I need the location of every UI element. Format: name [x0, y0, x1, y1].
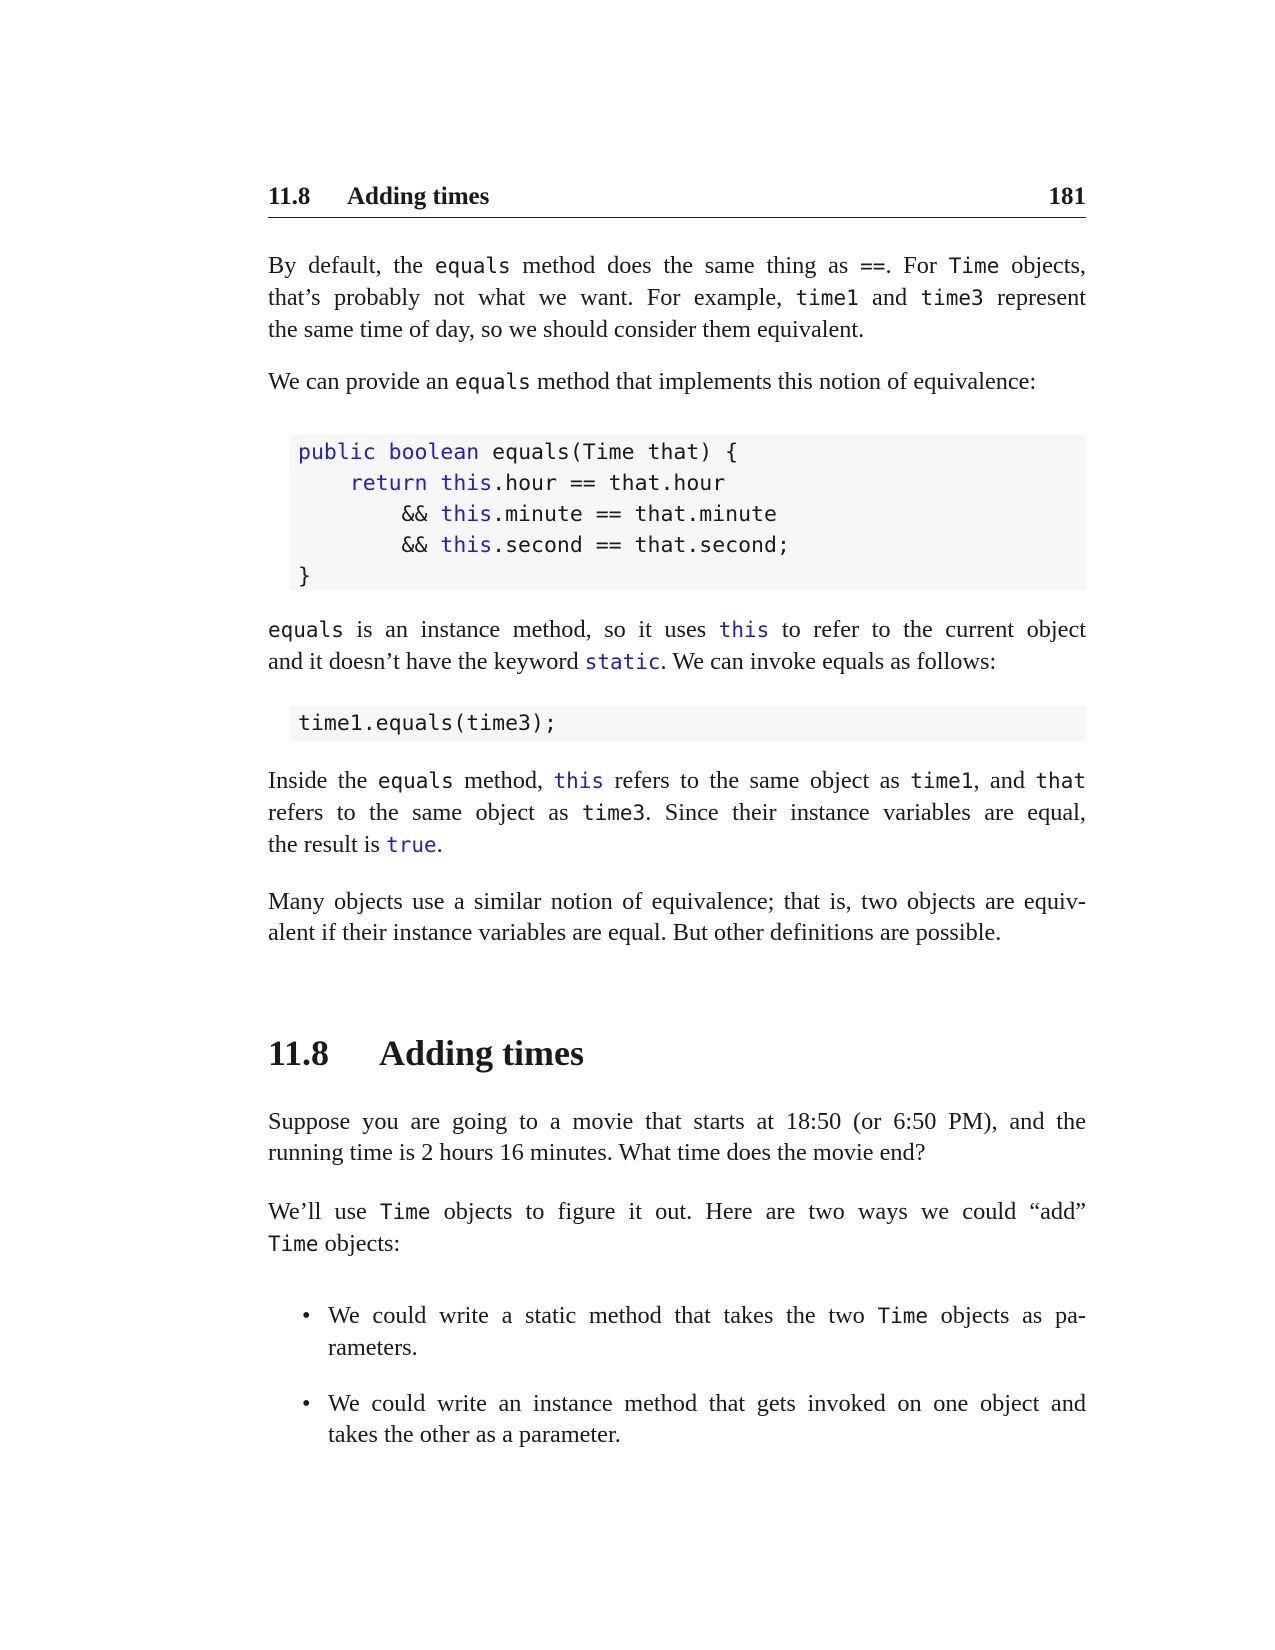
section-number: 11.8	[268, 1033, 330, 1073]
code-block-invoke-equals: time1.equals(time3);	[290, 706, 1086, 741]
list-item: We could write an instance method that g…	[328, 1388, 1086, 1450]
code-line: && this.minute == that.minute	[298, 502, 777, 527]
text-line: We can provide an equals method that imp…	[268, 368, 1037, 395]
text-line: takes the other as a parameter.	[328, 1421, 621, 1448]
text-line: By default, the equals method does the s…	[268, 252, 1086, 279]
running-header: 11.8 Adding times 181	[268, 183, 1086, 218]
text-line: the result is true.	[268, 831, 443, 858]
text-line: alent if their instance variables are eq…	[268, 919, 1002, 946]
code-line: return this.hour == that.hour	[349, 471, 726, 496]
paragraph-equals-default: By default, the equals method does the s…	[268, 250, 1086, 345]
text-line: and it doesn’t have the keyword static. …	[268, 648, 997, 675]
paragraph-inside-equals: Inside the equals method, this refers to…	[268, 765, 1086, 861]
header-section-title: Adding times	[347, 183, 490, 210]
text-line: that’s probably not what we want. For ex…	[268, 284, 1087, 311]
section-title: Adding times	[379, 1033, 585, 1073]
code-line: time1.equals(time3);	[298, 711, 557, 736]
text-line: refers to the same object as time3. Sinc…	[268, 799, 1086, 826]
code-line: }	[298, 564, 311, 589]
text-line: the same time of day, so we should consi…	[268, 316, 865, 343]
paragraph-provide-equals: We can provide an equals method that imp…	[268, 366, 1086, 398]
list-item: We could write a static method that take…	[328, 1300, 1086, 1363]
code-line: public boolean equals(Time that) {	[298, 440, 739, 465]
text-line: rameters.	[328, 1334, 418, 1361]
text-line: Suppose you are going to a movie that st…	[268, 1108, 1086, 1135]
text-line: Many objects use a similar notion of equ…	[268, 888, 1086, 915]
code-block-equals-method: public boolean equals(Time that) { retur…	[290, 435, 1086, 590]
paragraph-two-ways: We’ll use Time objects to figure it out.…	[268, 1196, 1086, 1260]
text-line: Time objects:	[268, 1230, 401, 1257]
paragraph-instance-method: equals is an instance method, so it uses…	[268, 614, 1086, 678]
bullet-marker: •	[302, 1302, 311, 1329]
page-number: 181	[1048, 183, 1087, 210]
text-line: We’ll use Time objects to figure it out.…	[268, 1198, 1087, 1225]
text-line: running time is 2 hours 16 minutes. What…	[268, 1139, 926, 1166]
header-section-number: 11.8	[268, 183, 311, 210]
code-line: && this.second == that.second;	[298, 533, 790, 558]
text-line: Inside the equals method, this refers to…	[268, 767, 1086, 794]
document-page: 11.8 Adding times 181 By default, the eq…	[0, 0, 1275, 1650]
bullet-marker: •	[302, 1390, 311, 1417]
text-line: We could write an instance method that g…	[328, 1390, 1086, 1417]
text-line: equals is an instance method, so it uses…	[268, 616, 1086, 643]
text-line: We could write a static method that take…	[328, 1302, 1086, 1329]
paragraph-similar-notion: Many objects use a similar notion of equ…	[268, 886, 1086, 948]
paragraph-movie-question: Suppose you are going to a movie that st…	[268, 1106, 1086, 1168]
